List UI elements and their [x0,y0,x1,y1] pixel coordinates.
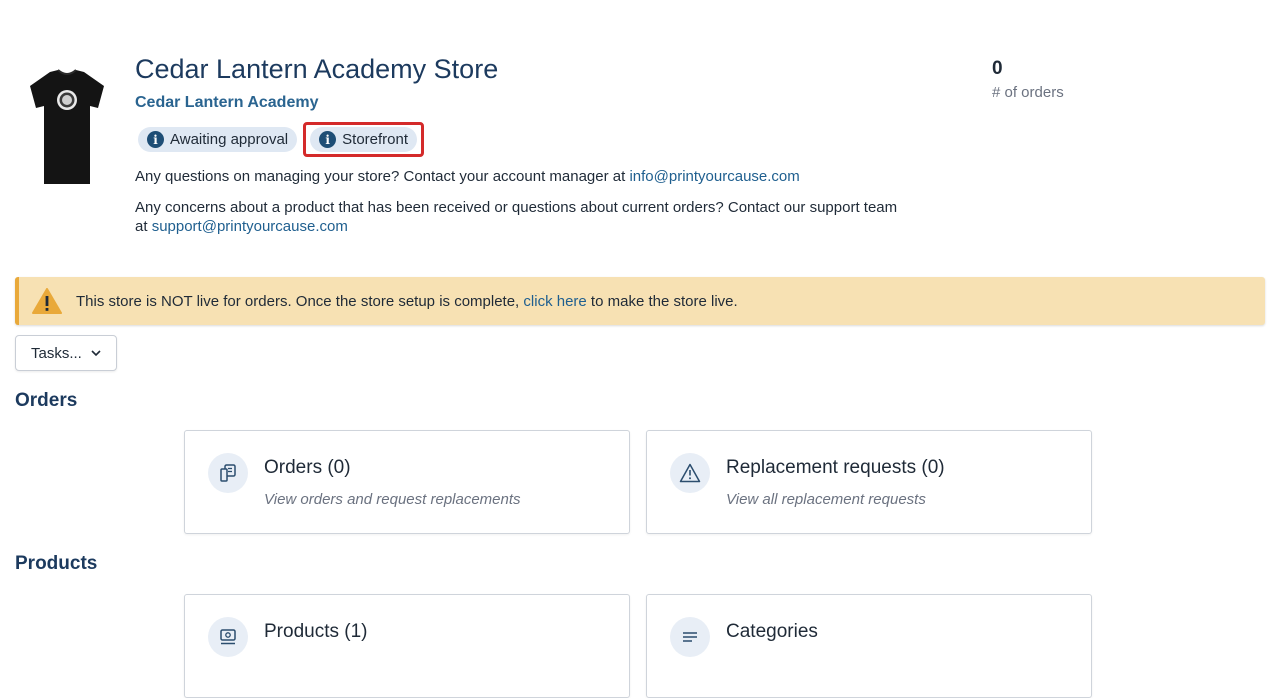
orders-count: 0 [992,58,1003,79]
store-title: Cedar Lantern Academy Store [135,54,499,84]
storefront-highlight: i Storefront [303,122,425,157]
products-icon [208,617,248,657]
warning-icon [32,288,62,314]
info-email-link[interactable]: info@printyourcause.com [629,168,799,185]
card-description: View all replacement requests [726,491,926,508]
categories-card[interactable]: Categories [646,594,1092,698]
replacement-requests-card[interactable]: Replacement requests (0) View all replac… [646,430,1092,534]
account-manager-info: Any questions on managing your store? Co… [135,168,800,185]
storefront-badge[interactable]: i Storefront [310,127,418,152]
card-title: Categories [726,621,818,642]
badge-label: Awaiting approval [170,131,289,148]
tshirt-product-image [30,69,104,184]
card-title: Replacement requests (0) [726,457,945,478]
products-card[interactable]: Products (1) [184,594,630,698]
orders-count-label: # of orders [992,84,1064,101]
card-description: View orders and request replacements [264,491,521,508]
card-title: Products (1) [264,621,368,642]
support-info: Any concerns about a product that has be… [135,199,898,216]
awaiting-approval-badge[interactable]: i Awaiting approval [138,127,298,152]
tasks-dropdown[interactable]: Tasks... [15,335,117,371]
tasks-label: Tasks... [31,344,82,362]
support-info-cont: at support@printyourcause.com [135,218,348,235]
badge-label: Storefront [342,131,409,148]
alert-triangle-icon [670,453,710,493]
list-icon [670,617,710,657]
info-icon: i [319,131,337,148]
make-store-live-link[interactable]: click here [523,293,586,310]
organization-name: Cedar Lantern Academy [135,94,319,111]
support-email-link[interactable]: support@printyourcause.com [152,218,348,235]
orders-card[interactable]: Orders (0) View orders and request repla… [184,430,630,534]
status-badges: i Awaiting approval i Storefront [138,122,425,157]
card-title: Orders (0) [264,457,351,478]
info-icon: i [147,131,164,148]
products-section-heading: Products [15,553,98,574]
orders-section-heading: Orders [15,390,78,411]
orders-icon [208,453,248,493]
chevron-down-icon [91,350,101,357]
store-not-live-banner: This store is NOT live for orders. Once … [15,277,1265,325]
